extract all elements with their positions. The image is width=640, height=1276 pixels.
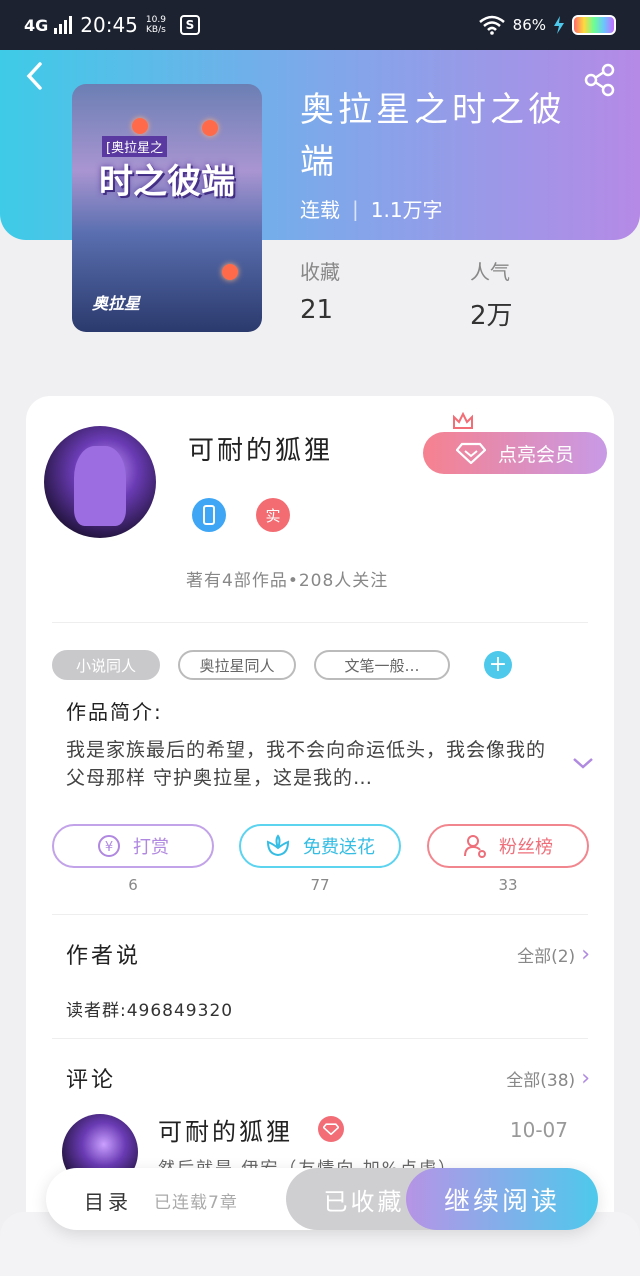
book-title: 奥拉星之时之彼端	[300, 90, 566, 182]
serial-chapter-info: 已连载7章	[154, 1193, 238, 1213]
favorites-stat: 收藏 21	[300, 256, 340, 325]
chevron-right-icon: ›	[581, 942, 590, 967]
author-says-title: 作者说	[66, 944, 142, 969]
popularity-value: 2万	[470, 301, 513, 331]
lantern-decoration	[222, 264, 238, 280]
status-bar: 4G 20:45 10.9 KB/s S 86%	[0, 0, 640, 50]
reward-count: 6	[128, 876, 138, 894]
comment-author-name[interactable]: 可耐的狐狸	[158, 1112, 293, 1147]
back-arrow-icon	[26, 62, 42, 90]
author-says-all-link[interactable]: 全部(2) ›	[517, 942, 590, 967]
status-right: 86%	[478, 15, 616, 35]
battery-icon	[572, 15, 616, 35]
avatar-figure	[74, 446, 126, 526]
fans-rank-label: 粉丝榜	[499, 837, 553, 858]
diamond-icon	[455, 442, 486, 464]
phone-icon	[203, 505, 215, 525]
reward-button[interactable]: ¥ 打赏	[52, 824, 214, 868]
back-button[interactable]	[24, 60, 54, 100]
vip-diamond-icon	[318, 1116, 344, 1142]
tag-aola-fanfic[interactable]: 奥拉星同人	[178, 650, 296, 680]
chevron-down-icon[interactable]	[572, 756, 594, 770]
diamond-icon	[323, 1123, 339, 1135]
clock: 20:45	[80, 13, 138, 37]
send-flower-button[interactable]: 免费送花	[239, 824, 401, 868]
author-stats: 著有4部作品•208人关注	[186, 571, 389, 591]
popularity-stat: 人气 2万	[470, 256, 513, 332]
svg-text:¥: ¥	[105, 840, 113, 855]
network-speed: 10.9 KB/s	[145, 15, 166, 35]
continue-reading-button[interactable]: 继续阅读	[406, 1168, 598, 1230]
charging-icon	[554, 16, 564, 34]
app-notification-icon: S	[179, 15, 200, 35]
serial-status: 连载	[300, 198, 340, 222]
flower-count: 77	[310, 876, 330, 894]
divider	[52, 914, 588, 915]
tag-novel-fanfic[interactable]: 小说同人	[52, 650, 160, 680]
book-cover[interactable]: [奥拉星之 时之彼端 奥拉星	[72, 84, 262, 332]
lantern-decoration	[132, 118, 148, 134]
comments-all-label: 全部(38)	[506, 1071, 576, 1091]
crown-icon	[453, 412, 473, 429]
reward-label: 打赏	[133, 837, 169, 858]
signal-icon	[54, 16, 73, 34]
vip-button-label: 点亮会员	[497, 443, 574, 466]
wifi-icon	[478, 15, 505, 35]
fans-rank-button[interactable]: 粉丝榜	[427, 824, 589, 868]
popularity-label: 人气	[470, 260, 510, 284]
vip-button[interactable]: 点亮会员	[423, 432, 607, 474]
intro-title: 作品简介:	[66, 700, 163, 724]
lantern-decoration	[202, 120, 218, 136]
comments-title: 评论	[66, 1068, 117, 1093]
network-type: 4G	[24, 15, 49, 35]
cover-title: 时之彼端	[99, 162, 235, 202]
author-avatar[interactable]	[44, 426, 156, 538]
user-icon	[464, 835, 486, 858]
flower-icon	[266, 834, 290, 857]
add-tag-button[interactable]: +	[484, 651, 512, 679]
phone-verified-badge	[192, 498, 226, 532]
author-name[interactable]: 可耐的狐狸	[188, 430, 333, 467]
book-meta: 连载 | 1.1万字	[300, 194, 443, 223]
meta-separator: |	[352, 196, 359, 221]
divider	[52, 622, 588, 623]
word-count: 1.1万字	[370, 198, 443, 222]
favorites-value: 21	[300, 295, 334, 325]
real-name-badge: 实	[256, 498, 290, 532]
intro-text: 我是家族最后的希望，我不会向命运低头，我会像我的父母那样 守护奥拉星，这是我的…	[66, 739, 547, 789]
chevron-right-icon: ›	[581, 1066, 590, 1091]
table-of-contents-button[interactable]: 目录	[84, 1186, 132, 1215]
battery-percent: 86%	[512, 16, 546, 34]
send-flower-label: 免费送花	[303, 837, 375, 858]
favorites-label: 收藏	[300, 260, 340, 284]
yuan-coin-icon: ¥	[98, 835, 120, 857]
author-says-text: 读者群:496849320	[66, 1001, 234, 1021]
cover-logo: 奥拉星	[92, 294, 141, 313]
comment-date: 10-07	[509, 1118, 568, 1142]
fans-count: 33	[498, 876, 518, 894]
book-detail-card: 可耐的狐狸 点亮会员 实 著有4部作品•208人关注 小说同人 奥拉星同人 文笔…	[26, 396, 614, 1276]
divider	[52, 1038, 588, 1039]
tag-writing-quality[interactable]: 文笔一般…	[314, 650, 450, 680]
author-says-all-label: 全部(2)	[517, 947, 576, 967]
comments-all-link[interactable]: 全部(38) ›	[506, 1066, 590, 1091]
